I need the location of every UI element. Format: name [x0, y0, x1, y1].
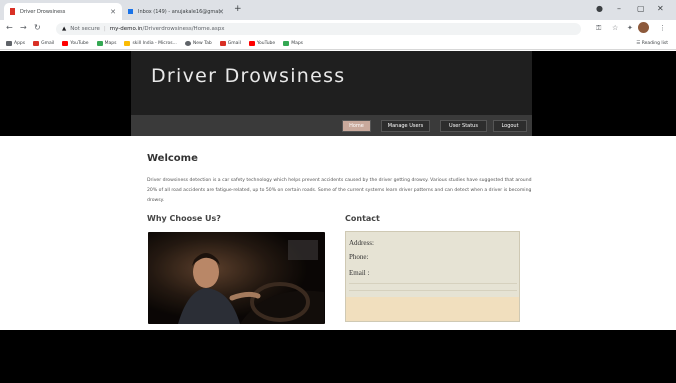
gmail-icon — [219, 41, 226, 46]
reading-list-button[interactable]: ☰ Reading list — [636, 41, 668, 46]
menu-icon[interactable]: ⋮ — [659, 24, 666, 32]
driver-photo-image — [148, 232, 325, 324]
tab-title: Inbox (149) - anujakale16@gmai — [138, 8, 220, 15]
contact-panel-footer — [346, 297, 519, 321]
bookmark-maps[interactable]: Maps — [96, 41, 117, 46]
contact-email-label: Email : — [349, 269, 370, 277]
url-separator: | — [103, 26, 106, 32]
close-tab-icon[interactable]: ✕ — [110, 8, 116, 16]
gmail-icon — [33, 41, 40, 46]
maximize-icon[interactable]: ▢ — [637, 4, 645, 13]
warning-icon[interactable]: ▲ — [62, 26, 66, 32]
new-tab-button[interactable]: + — [234, 4, 242, 14]
browser-toolbar: ← → ↻ ▲ Not secure | my-demo.in /Driverd… — [0, 20, 676, 38]
forward-icon[interactable]: → — [20, 23, 27, 32]
close-window-icon[interactable]: ✕ — [657, 4, 664, 13]
security-label[interactable]: Not secure — [70, 26, 100, 32]
bookmark-apps[interactable]: Apps — [6, 41, 25, 46]
bookmark-label: Maps — [104, 41, 117, 46]
reload-icon[interactable]: ↻ — [34, 23, 41, 32]
site-banner: Driver Drowsiness — [131, 51, 532, 115]
bookmark-youtube-2[interactable]: YouTube — [248, 41, 276, 46]
microsoft-icon — [124, 41, 131, 46]
close-tab-icon[interactable]: ✕ — [218, 8, 224, 16]
site-title: Driver Drowsiness — [151, 65, 346, 87]
bookmark-label: Gmail — [41, 41, 55, 46]
nav-logout[interactable]: Logout — [493, 120, 527, 132]
extensions-puzzle-icon[interactable]: ✦ — [627, 24, 633, 32]
nav-home[interactable]: Home — [342, 120, 371, 132]
bookmark-new-tab[interactable]: New Tab — [184, 41, 212, 46]
bookmark-label: Maps — [291, 41, 304, 46]
why-choose-heading: Why Choose Us? — [147, 214, 221, 223]
extension-icon[interactable]: ● — [596, 4, 603, 13]
page-root: Driver Drowsiness ✕ Inbox (149) - anujak… — [0, 0, 676, 383]
site-footer — [0, 330, 676, 383]
header-side-right — [532, 51, 676, 136]
bookmark-skill-india[interactable]: skill India - Micros... — [124, 41, 177, 46]
contact-phone-label: Phone: — [349, 253, 369, 261]
contact-address-label: Address: — [349, 239, 374, 247]
maps-icon — [96, 41, 103, 46]
back-icon[interactable]: ← — [6, 23, 13, 32]
youtube-icon — [248, 41, 255, 46]
bookmark-maps-2[interactable]: Maps — [283, 41, 303, 46]
intro-paragraph: Driver drowsiness detection is a car saf… — [147, 178, 532, 203]
bookmark-label: New Tab — [192, 41, 212, 46]
browser-tab-strip: Driver Drowsiness ✕ Inbox (149) - anujak… — [0, 0, 676, 20]
nav-manage-users[interactable]: Manage Users — [381, 120, 430, 132]
apps-icon — [6, 41, 12, 46]
bookmark-gmail[interactable]: Gmail — [33, 41, 54, 46]
contact-heading: Contact — [345, 214, 380, 223]
main-nav: Home Manage Users User Status Logout — [131, 115, 532, 136]
minimize-icon[interactable]: – — [617, 4, 621, 13]
bookmark-label: YouTube — [256, 41, 276, 46]
avatar[interactable] — [638, 22, 649, 33]
url-domain: my-demo.in — [109, 26, 143, 32]
bookmark-label: YouTube — [70, 41, 89, 46]
maps-icon — [283, 41, 290, 46]
url-path: /Driverdrowsiness/Home.aspx — [142, 26, 225, 32]
tab-driver-drowsiness[interactable]: Driver Drowsiness ✕ — [4, 3, 122, 20]
driver-photo — [148, 232, 325, 324]
tab-inbox[interactable]: Inbox (149) - anujakale16@gmai ✕ — [122, 3, 230, 20]
bookmark-label: Apps — [14, 41, 26, 46]
header-side-left — [0, 51, 131, 136]
bookmarks-bar: Apps Gmail YouTube Maps skill India - Mi… — [0, 38, 676, 50]
contact-panel: Address: Phone: Email : — [345, 231, 520, 322]
page-favicon-icon — [10, 8, 15, 15]
bookmark-youtube[interactable]: YouTube — [62, 41, 89, 46]
bookmark-gmail-2[interactable]: Gmail — [219, 41, 241, 46]
key-icon[interactable]: ⚿ — [596, 24, 601, 33]
gmail-favicon-icon — [128, 9, 133, 14]
contact-divider — [349, 290, 517, 291]
star-icon[interactable]: ☆ — [612, 24, 618, 32]
tab-title: Driver Drowsiness — [20, 8, 66, 15]
bookmark-label: skill India - Micros... — [132, 41, 177, 46]
reading-list-label: Reading list — [641, 41, 668, 46]
contact-divider — [349, 283, 517, 284]
nav-user-status[interactable]: User Status — [440, 120, 487, 132]
address-bar[interactable]: ▲ Not secure | my-demo.in /Driverdrowsin… — [56, 23, 581, 35]
bookmark-label: Gmail — [227, 41, 241, 46]
welcome-heading: Welcome — [147, 153, 198, 164]
youtube-icon — [62, 41, 69, 46]
globe-icon — [184, 41, 191, 46]
